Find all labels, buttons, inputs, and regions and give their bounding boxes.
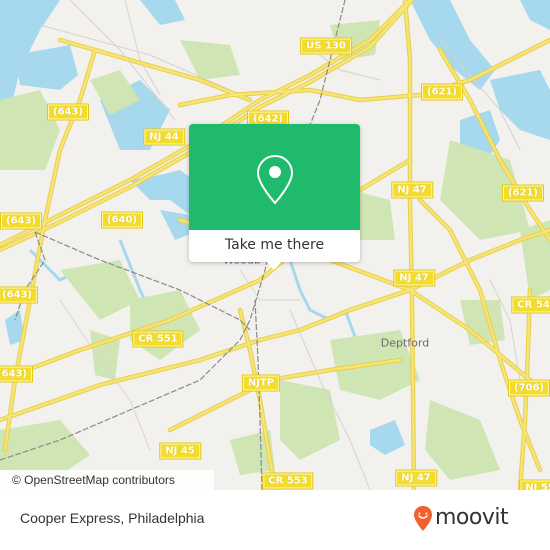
- location-popup: Take me there: [189, 124, 360, 270]
- route-shield-nj45: NJ 45: [159, 442, 201, 460]
- place-label-deptford: Deptford: [380, 336, 430, 350]
- route-shield-us130: US 130: [300, 37, 352, 55]
- map-pin-icon: [256, 154, 294, 205]
- take-me-there-button[interactable]: Take me there: [189, 230, 360, 262]
- route-shield-621: (621): [501, 184, 545, 202]
- route-shield-640: (640): [100, 211, 144, 229]
- route-shield-706: (706): [507, 379, 550, 397]
- route-shield-nj47: NJ 47: [391, 181, 433, 199]
- route-shield-nj47: NJ 47: [395, 469, 437, 487]
- route-shield-643: (643): [0, 286, 39, 304]
- route-shield-nj55: NJ 55: [519, 479, 550, 490]
- route-shield-nj47: NJ 47: [393, 269, 435, 287]
- route-shield-cr544: CR 544: [511, 296, 550, 314]
- popup-header: [189, 124, 360, 230]
- route-shield-cr551: CR 551: [132, 330, 184, 348]
- popup-pointer: [266, 261, 282, 270]
- route-shield-643: (643): [0, 212, 43, 230]
- footer-bar: Cooper Express, Philadelphia moovit: [0, 490, 550, 550]
- footer-title: Cooper Express, Philadelphia: [20, 510, 205, 526]
- moovit-brand-text: moovit: [435, 505, 509, 530]
- route-shield-643: (643): [46, 103, 90, 121]
- route-shield-njtp: NJTP: [241, 374, 281, 392]
- moovit-pin-logo-icon: [414, 506, 432, 531]
- route-shield-cr553: CR 553: [262, 472, 314, 490]
- route-shield-621: (621): [420, 83, 464, 101]
- map-view[interactable]: Deptford Woodb US 130 (621) (642) NJ 44 …: [0, 0, 550, 490]
- map-attribution[interactable]: © OpenStreetMap contributors: [0, 470, 214, 490]
- route-shield-nj44: NJ 44: [143, 128, 185, 146]
- route-shield-643: (643): [0, 365, 34, 383]
